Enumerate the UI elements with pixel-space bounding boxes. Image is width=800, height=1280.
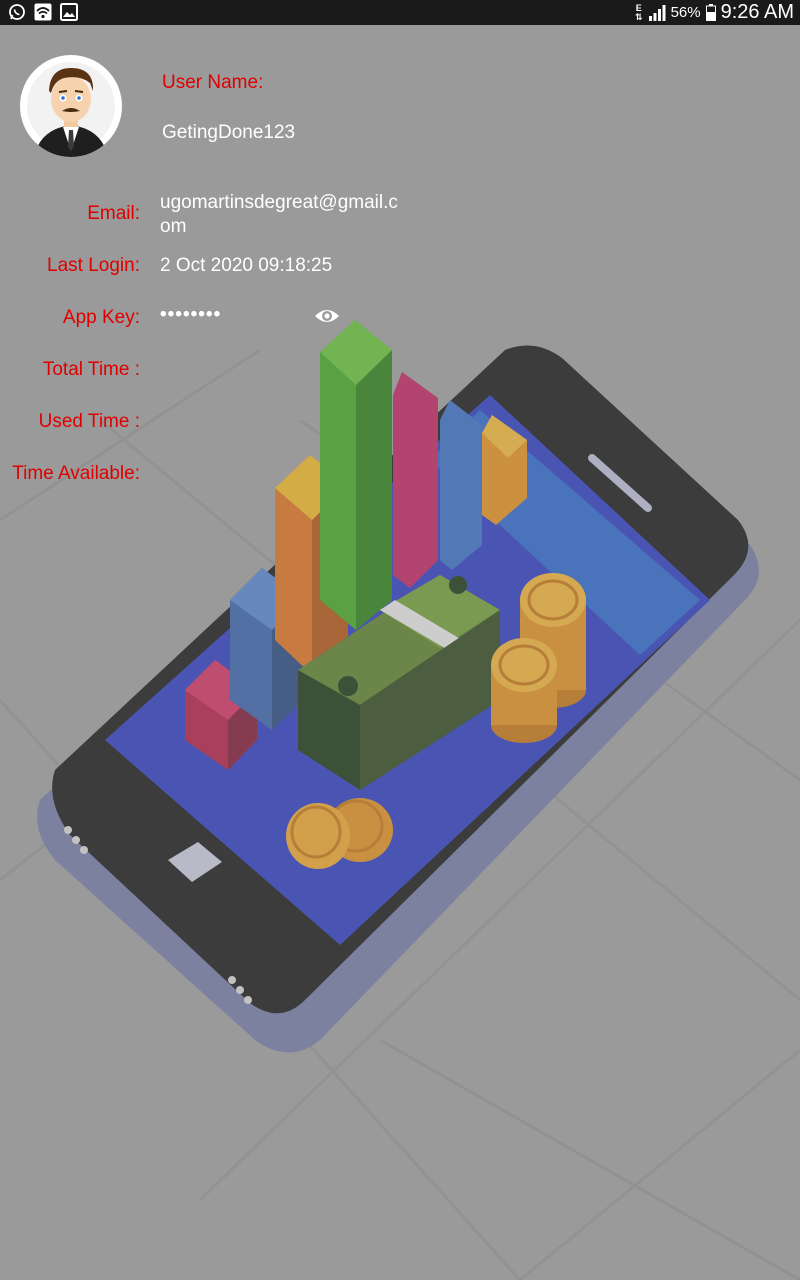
email-label: Email: [87, 203, 140, 224]
last-login-value: 2 Oct 2020 09:18:25 [160, 255, 333, 276]
last-login-label: Last Login: [47, 255, 140, 276]
total-time-label: Total Time : [42, 359, 140, 380]
email-value: ugomartinsdegreat@gmail.com [160, 192, 398, 237]
app-key-label: App Key: [62, 307, 140, 328]
image-icon [60, 3, 78, 21]
battery-percent: 56% [670, 4, 701, 21]
status-bar: E ⇅ 56% 9:26 AM [0, 0, 800, 25]
user-avatar[interactable] [20, 55, 122, 157]
network-type: E ⇅ [635, 2, 643, 22]
man-avatar-icon [27, 62, 115, 157]
used-time-label: Used Time : [38, 411, 140, 432]
status-time: 9:26 AM [720, 1, 794, 23]
user-name-value: GetingDone123 [162, 122, 296, 143]
time-available-label: Time Available: [12, 463, 140, 484]
signal-bars-icon [648, 4, 666, 21]
eye-icon[interactable] [314, 307, 340, 325]
whatsapp-icon [9, 4, 25, 20]
wifi-icon [34, 3, 52, 21]
battery-icon [705, 4, 716, 21]
app-key-value: •••••••• [160, 304, 222, 325]
user-name-label: User Name: [162, 72, 264, 93]
